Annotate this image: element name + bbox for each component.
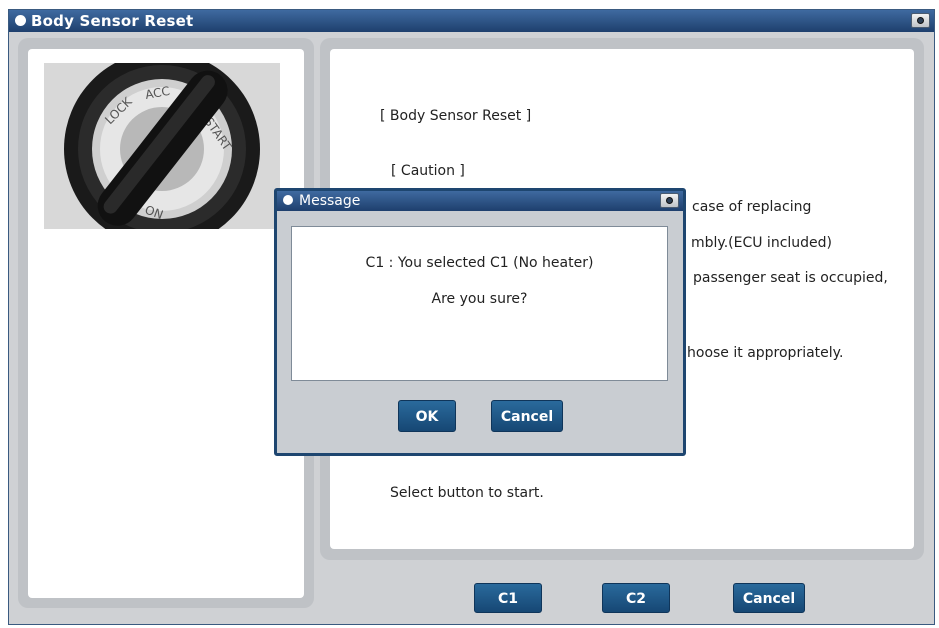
- dialog-message-line-2: Are you sure?: [431, 291, 528, 307]
- instruction-text: Select button to start.: [390, 485, 544, 501]
- left-image-panel-inner: LOCK ACC START ON: [28, 49, 304, 598]
- dialog-message-line-1: C1 : You selected C1 (No heater): [365, 255, 594, 271]
- left-image-panel: LOCK ACC START ON: [18, 38, 314, 608]
- message-dialog: Message C1 : You selected C1 (No heater)…: [274, 188, 686, 456]
- dialog-ok-button[interactable]: OK: [398, 400, 456, 432]
- c1-button[interactable]: C1: [474, 583, 542, 613]
- dialog-title-bar: Message: [277, 191, 683, 211]
- cancel-button[interactable]: Cancel: [733, 583, 805, 613]
- dialog-title: Message: [299, 193, 361, 209]
- screenshot-camera-icon[interactable]: [911, 13, 930, 28]
- dialog-cancel-button[interactable]: Cancel: [491, 400, 563, 432]
- c2-button[interactable]: C2: [602, 583, 670, 613]
- dialog-icon: [283, 195, 293, 205]
- dialog-message-box: C1 : You selected C1 (No heater) Are you…: [291, 226, 668, 381]
- title-bar: Body Sensor Reset: [9, 10, 934, 32]
- content-line-1: case of replacing: [692, 199, 812, 215]
- caution-heading: [ Caution ]: [391, 163, 465, 179]
- window-title: Body Sensor Reset: [31, 12, 194, 30]
- content-heading: [ Body Sensor Reset ]: [380, 108, 532, 124]
- content-line-2: mbly.(ECU included): [691, 235, 833, 251]
- content-line-4: hoose it appropriately.: [687, 345, 844, 361]
- content-line-3: passenger seat is occupied,: [693, 270, 888, 286]
- dialog-camera-icon[interactable]: [660, 193, 679, 208]
- window-icon: [15, 15, 26, 26]
- ignition-switch-photo: LOCK ACC START ON: [44, 63, 280, 229]
